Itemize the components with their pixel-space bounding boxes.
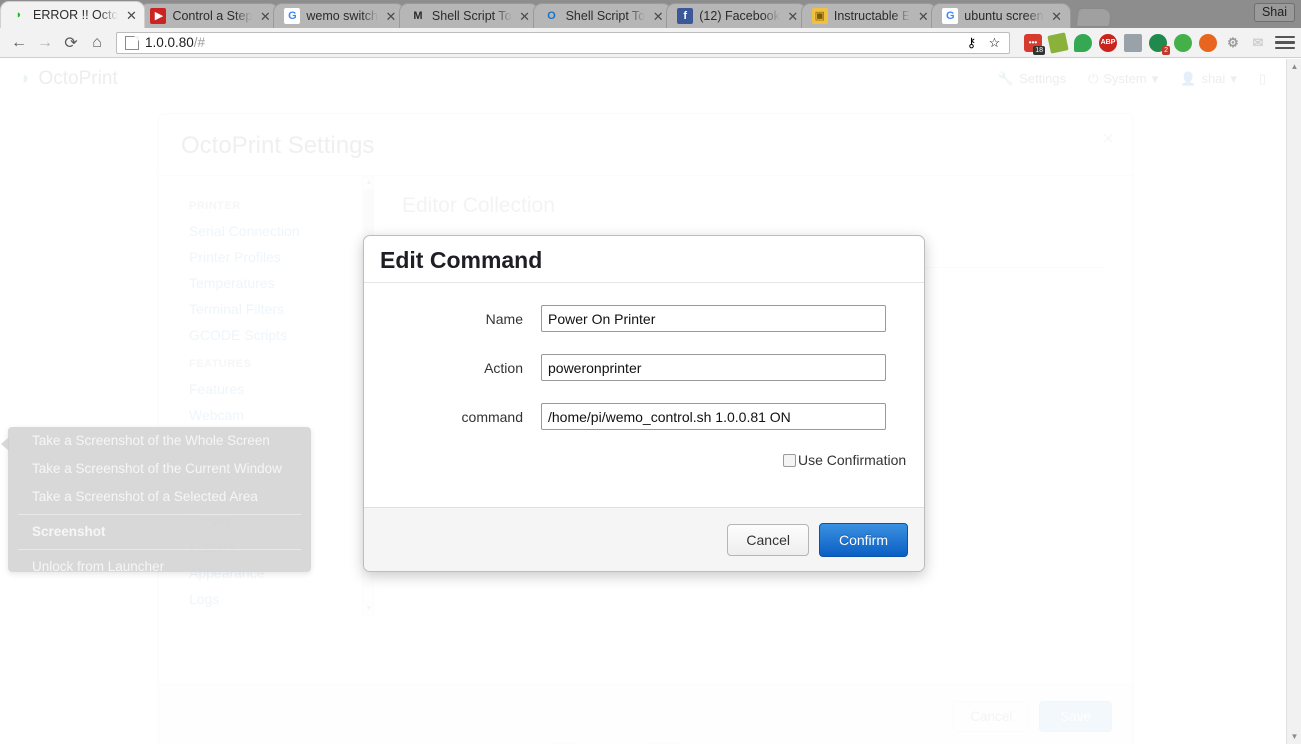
quicklist-separator [18,514,301,515]
tab-close-icon[interactable]: ✕ [258,10,272,23]
page-info-icon[interactable] [125,35,139,50]
browser-tab-strip: ◗ ERROR !! Octo ✕ ▶ Control a Step ✕ G w… [0,0,1301,28]
browser-tab-3[interactable]: M Shell Script To ✕ [398,3,539,28]
dialog-title: Edit Command [380,247,543,273]
youtube-icon: ▶ [150,8,167,24]
tab-title: Shell Script To [431,9,512,23]
edit-command-dialog: Edit Command Name Action command Use Con… [363,235,925,572]
stackoverflow-icon: O [547,9,556,22]
tab-title: Shell Script To [565,9,646,23]
confirm-button[interactable]: Confirm [818,522,908,557]
browser-tab-5[interactable]: f (12) Facebook ✕ [666,3,807,28]
form-row-command: command [364,403,924,430]
scroll-up-icon[interactable]: ▲ [1287,59,1301,74]
url-fragment: /# [193,35,206,50]
address-bar[interactable]: 1.0.0.80/# ⚷ ☆ [116,31,1010,54]
quicklist-separator [18,549,301,550]
key-icon[interactable]: ⚷ [963,34,980,51]
cancel-button[interactable]: Cancel [727,523,809,556]
form-row-use-confirmation: Use Confirmation [783,452,924,468]
name-label: Name [485,310,523,327]
ubuntu-extension-icon[interactable] [1199,33,1217,52]
bookmark-star-icon[interactable]: ☆ [986,34,1003,51]
browser-tab-6[interactable]: ▣ Instructable E ✕ [800,3,938,28]
ext-glyph: ABP [1100,39,1116,46]
dialog-footer: Cancel Confirm [364,507,924,571]
google-icon: G [284,8,301,24]
tab-title: ubuntu screen [964,9,1044,23]
browser-tab-1[interactable]: ▶ Control a Step ✕ [139,3,280,28]
browser-tab-0[interactable]: ◗ ERROR !! Octo ✕ [0,1,146,28]
scroll-down-icon[interactable]: ▼ [1287,729,1301,744]
browser-tab-7[interactable]: G ubuntu screen ✕ [931,3,1071,28]
evernote-extension-icon[interactable] [1047,31,1069,54]
adblock-plus-extension-icon[interactable]: ABP [1099,33,1117,52]
pocket-extension-icon[interactable]: 2 [1149,33,1170,55]
ext-badge: 2 [1162,45,1170,55]
mail-extension-icon: ✉ [1252,34,1264,50]
script-icon: M [413,9,423,22]
instructables-icon: ▣ [811,8,828,24]
chrome-menu-icon[interactable] [1275,33,1295,53]
profile-chip[interactable]: Shai [1253,3,1295,22]
hangouts-extension-icon[interactable] [1074,33,1092,52]
reload-icon[interactable]: ⟳ [58,31,84,55]
action-field[interactable] [541,354,886,381]
settings-extension-icon[interactable]: ⚙ [1224,34,1242,52]
quicklist-item-current-window[interactable]: Take a Screenshot of the Current Window [8,455,311,483]
tab-close-icon[interactable]: ✕ [916,10,930,23]
url-text: 1.0.0.80/# [145,35,963,50]
tab-title: Control a Step [172,9,253,23]
quicklist-item-unlock-from-launcher[interactable]: Unlock from Launcher [8,553,311,581]
tab-title: ERROR !! Octo [33,8,119,22]
url-host: 1.0.0.80 [145,35,194,50]
forward-icon[interactable]: → [32,31,58,55]
back-icon[interactable]: ← [6,31,32,55]
tab-close-icon[interactable]: ✕ [518,10,532,23]
page-scrollbar[interactable]: ▲ ▼ [1286,59,1301,744]
new-tab-button[interactable] [1075,8,1112,27]
form-row-action: Action [364,354,924,381]
facebook-icon: f [677,8,694,24]
command-label: command [461,408,523,425]
quicklist-item-selected-area[interactable]: Take a Screenshot of a Selected Area [8,483,311,511]
dialog-header: Edit Command [364,236,924,283]
omnibox-actions: ⚷ ☆ [963,34,1005,51]
google-icon: G [942,8,959,24]
ext-badge: 18 [1033,45,1045,55]
tab-close-icon[interactable]: ✕ [651,10,665,23]
tab-title: (12) Facebook [699,9,780,23]
tab-title: wemo switch [306,9,378,23]
dialog-body: Name Action command Use Confirmation [364,283,924,507]
form-row-name: Name [364,305,924,332]
tab-close-icon[interactable]: ✕ [786,10,800,23]
quicklist-item-screenshot[interactable]: Screenshot [8,518,311,546]
name-field[interactable] [541,305,886,332]
quicklist-item-whole-screen[interactable]: Take a Screenshot of the Whole Screen [8,427,311,455]
home-icon[interactable]: ⌂ [84,31,110,55]
use-confirmation-label: Use Confirmation [798,452,907,468]
command-field[interactable] [541,403,886,430]
browser-tab-2[interactable]: G wemo switch ✕ [273,3,405,28]
tab-close-icon[interactable]: ✕ [384,10,398,23]
print-extension-icon[interactable] [1124,33,1142,52]
launcher-quicklist-menu: Take a Screenshot of the Whole Screen Ta… [1,427,311,574]
extensions-toolbar: ••• 18 ABP 2 ⚙ ✉ [1016,31,1267,55]
octoprint-icon: ◗ [15,8,23,21]
tab-close-icon[interactable]: ✕ [1050,10,1064,23]
tab-extension-icon[interactable] [1174,33,1192,52]
browser-toolbar: ← → ⟳ ⌂ 1.0.0.80/# ⚷ ☆ ••• 18 ABP 2 ⚙ ✉ [0,28,1301,58]
browser-tab-4[interactable]: O Shell Script To ✕ [532,3,673,28]
tab-title: Instructable E [833,9,911,23]
screen: ◗ ERROR !! Octo ✕ ▶ Control a Step ✕ G w… [0,0,1301,744]
use-confirmation-checkbox[interactable] [783,453,796,467]
notes-extension-icon[interactable]: ••• 18 [1024,33,1045,55]
action-label: Action [484,359,523,376]
tab-close-icon[interactable]: ✕ [124,9,138,22]
